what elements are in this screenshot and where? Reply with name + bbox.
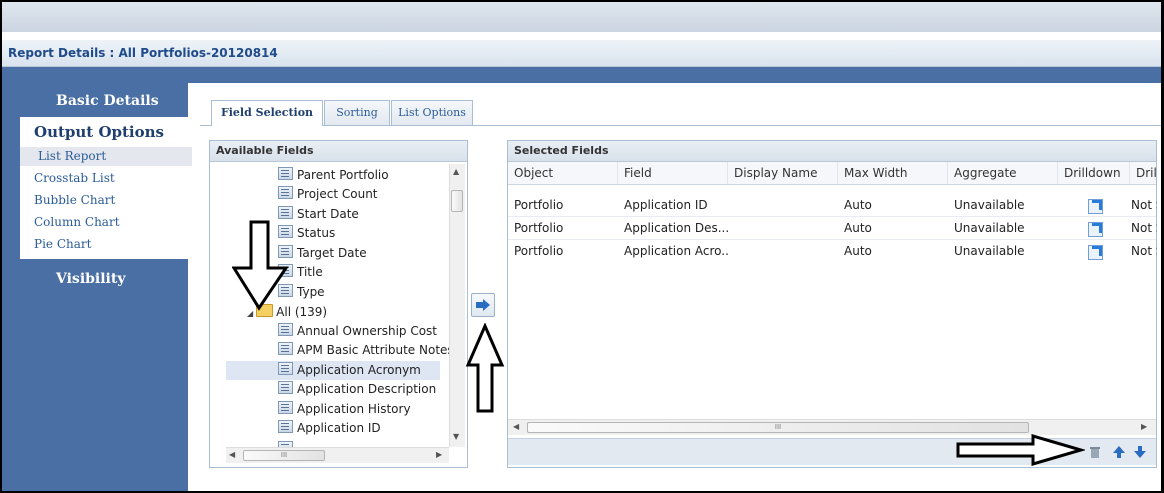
cell-object: Portfolio — [514, 244, 564, 258]
sidebar-basic-details[interactable]: Basic Details — [56, 93, 159, 109]
sidebar-item-crosstab-list[interactable]: Crosstab List — [34, 169, 188, 188]
cell-object: Portfolio — [514, 198, 564, 212]
field-icon — [278, 186, 293, 199]
annotation-up-arrow-icon — [465, 323, 505, 413]
available-fields-hscroll[interactable]: ◀ III ▶ — [226, 447, 449, 463]
cell-aggregate: Unavailable — [954, 244, 1025, 258]
column-header-aggregate[interactable]: Aggregate — [948, 162, 1058, 184]
cell-aggregate: Unavailable — [954, 198, 1025, 212]
field-icon — [278, 342, 293, 355]
sidebar-item-column-chart[interactable]: Column Chart — [34, 213, 188, 232]
annotation-right-arrow-icon — [956, 434, 1085, 466]
available-fields-vscroll[interactable]: ▲ ▼ — [449, 164, 465, 447]
selected-fields-header: Selected Fields — [508, 141, 1156, 162]
cell-drilldown-2: Not S — [1131, 244, 1157, 258]
tab-list-options[interactable]: List Options — [391, 100, 473, 125]
field-item-selected[interactable]: Application Acronym — [226, 361, 440, 380]
field-icon — [278, 323, 293, 336]
cell-drilldown-2: Not S — [1131, 221, 1157, 235]
blue-header-bar — [2, 67, 1161, 83]
scroll-right-icon[interactable]: ▶ — [436, 450, 442, 459]
cell-object: Portfolio — [514, 221, 564, 235]
hscroll-thumb[interactable]: III — [527, 422, 1029, 433]
tabs-underline — [200, 125, 1161, 126]
scroll-right-icon[interactable]: ▶ — [1141, 422, 1147, 431]
sidebar-item-bubble-chart[interactable]: Bubble Chart — [34, 191, 188, 210]
arrow-down-icon[interactable] — [1133, 445, 1147, 459]
scroll-down-icon[interactable]: ▼ — [453, 432, 459, 441]
sidebar-item-pie-chart[interactable]: Pie Chart — [34, 235, 188, 254]
column-header-field[interactable]: Field — [618, 162, 728, 184]
hscroll-thumb[interactable]: III — [243, 450, 325, 461]
column-header-display-name[interactable]: Display Name — [728, 162, 838, 184]
move-right-button[interactable] — [471, 293, 495, 317]
field-icon — [278, 362, 293, 375]
field-item[interactable]: Project Count — [278, 185, 378, 204]
cell-aggregate: Unavailable — [954, 221, 1025, 235]
tab-field-selection[interactable]: Field Selection — [211, 100, 323, 126]
external-link-icon[interactable] — [1088, 245, 1103, 260]
output-options-panel: Output Options List Report Crosstab List… — [20, 117, 192, 259]
field-icon — [278, 167, 293, 180]
arrow-right-icon — [476, 299, 490, 311]
cell-max-width: Auto — [844, 198, 872, 212]
selected-fields-panel: Selected Fields Object Field Display Nam… — [507, 140, 1157, 468]
sidebar-item-list-report[interactable]: List Report — [20, 147, 192, 166]
column-header-max-width[interactable]: Max Width — [838, 162, 948, 184]
top-bar — [2, 2, 1161, 32]
column-header-drilldown-2[interactable]: Drillc — [1130, 162, 1156, 184]
external-link-icon[interactable] — [1088, 222, 1103, 237]
field-item[interactable]: Application History — [278, 400, 411, 419]
column-header-drilldown[interactable]: Drilldown — [1058, 162, 1130, 184]
annotation-down-arrow-icon — [232, 220, 289, 311]
field-icon — [278, 206, 293, 219]
field-icon — [278, 420, 293, 433]
field-item-partial[interactable] — [278, 440, 297, 447]
cell-field: Application Des... — [624, 221, 728, 235]
cell-drilldown-2: Not S — [1131, 198, 1157, 212]
field-item[interactable]: Parent Portfolio — [278, 166, 389, 185]
sidebar-visibility[interactable]: Visibility — [56, 271, 125, 287]
selected-fields-hscroll[interactable]: ◀ III ▶ — [508, 419, 1156, 435]
cell-max-width: Auto — [844, 221, 872, 235]
available-fields-header: Available Fields — [210, 141, 467, 162]
cell-field: Application ID — [624, 198, 708, 212]
column-header-object[interactable]: Object — [508, 162, 618, 184]
grid-header-row: Object Field Display Name Max Width Aggr… — [508, 162, 1156, 185]
external-link-icon[interactable] — [1088, 199, 1103, 214]
field-item[interactable]: Application Description — [278, 380, 436, 399]
scroll-left-icon[interactable]: ◀ — [513, 422, 519, 431]
field-item[interactable]: Application ID — [278, 419, 381, 438]
sidebar-output-options[interactable]: Output Options — [34, 123, 164, 141]
scroll-up-icon[interactable]: ▲ — [453, 167, 459, 176]
scroll-left-icon[interactable]: ◀ — [229, 450, 235, 459]
field-item[interactable]: APM Basic Attribute Notes — [278, 341, 454, 360]
title-bar: Report Details : All Portfolios-20120814 — [2, 40, 1161, 67]
vscroll-thumb[interactable] — [451, 190, 463, 212]
field-icon — [278, 381, 293, 394]
tab-sorting[interactable]: Sorting — [324, 100, 390, 125]
field-item[interactable]: Annual Ownership Cost — [278, 322, 437, 341]
arrow-up-icon[interactable] — [1112, 445, 1126, 459]
cell-max-width: Auto — [844, 244, 872, 258]
trash-icon[interactable] — [1088, 445, 1102, 459]
cell-field: Application Acro... — [624, 244, 728, 258]
page-title: Report Details : All Portfolios-20120814 — [8, 46, 278, 60]
field-icon — [278, 401, 293, 414]
